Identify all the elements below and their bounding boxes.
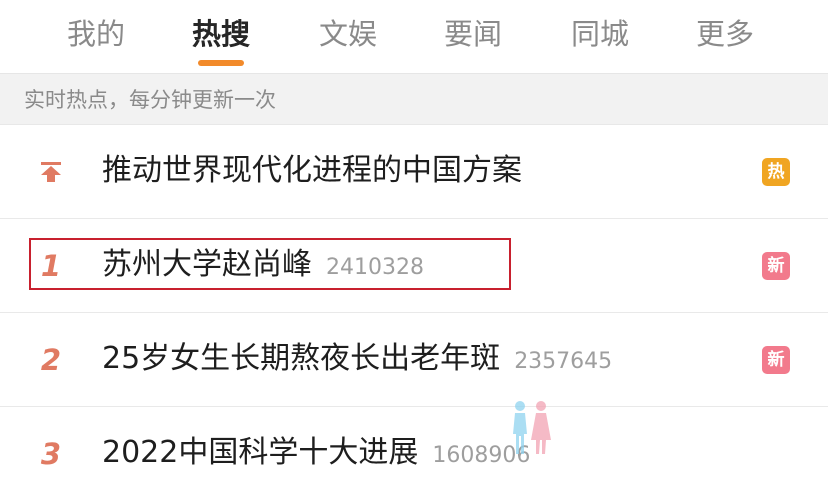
tab-news[interactable]: 要闻 — [428, 14, 518, 54]
active-tab-indicator — [198, 60, 244, 66]
list-item[interactable]: 3 2022中国科学十大进展 1608906 — [0, 407, 828, 501]
update-notice-text: 实时热点，每分钟更新一次 — [24, 88, 276, 112]
heat-count: 2357645 — [514, 349, 613, 374]
pin-top-icon — [41, 162, 61, 182]
item-title-wrap: 2022中国科学十大进展 1608906 — [102, 431, 530, 475]
item-title: 2022中国科学十大进展 — [102, 435, 419, 470]
item-title-wrap: 25岁女生长期熬夜长出老年斑 2357645 — [102, 337, 612, 381]
tab-entertainment[interactable]: 文娱 — [303, 14, 393, 54]
rank-number: 3 — [40, 437, 62, 471]
list-item[interactable]: 推动世界现代化进程的中国方案 热 — [0, 125, 828, 219]
tab-local[interactable]: 同城 — [555, 14, 645, 54]
list-item[interactable]: 2 25岁女生长期熬夜长出老年斑 2357645 新 — [0, 313, 828, 407]
tab-bar: 我的 热搜 文娱 要闻 同城 更多 — [0, 0, 828, 73]
tab-mine[interactable]: 我的 — [51, 14, 141, 54]
item-title: 推动世界现代化进程的中国方案 — [102, 153, 522, 188]
people-watermark-icon — [513, 401, 551, 454]
update-notice-bar: 实时热点，每分钟更新一次 — [0, 73, 828, 125]
item-title-wrap: 推动世界现代化进程的中国方案 — [102, 149, 522, 193]
new-badge: 新 — [762, 346, 790, 374]
item-title: 25岁女生长期熬夜长出老年斑 — [102, 341, 501, 376]
highlight-annotation-box — [29, 238, 511, 290]
hot-badge: 热 — [762, 158, 790, 186]
tab-hot-search[interactable]: 热搜 — [176, 14, 266, 54]
new-badge: 新 — [762, 252, 790, 280]
tab-more[interactable]: 更多 — [680, 14, 770, 54]
rank-number: 2 — [40, 343, 62, 377]
